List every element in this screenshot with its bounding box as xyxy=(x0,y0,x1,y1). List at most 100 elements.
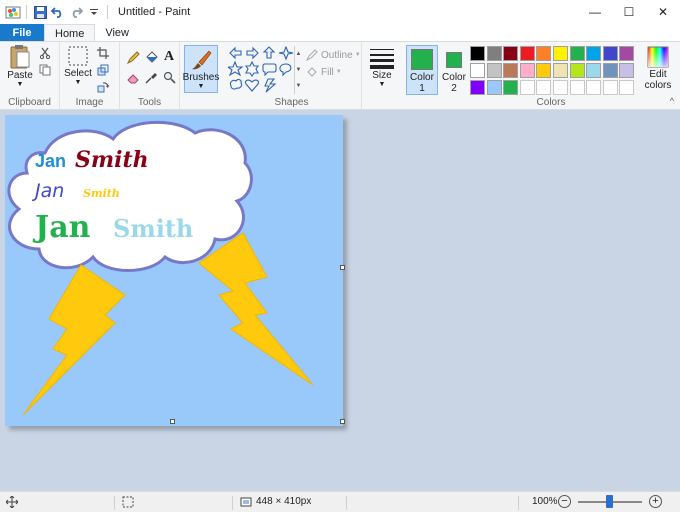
heart-shape-icon[interactable] xyxy=(244,79,260,92)
tab-home[interactable]: Home xyxy=(44,24,96,42)
paint-app-icon[interactable] xyxy=(4,3,22,21)
close-button[interactable]: ✕ xyxy=(646,0,680,24)
palette-color-swatch[interactable] xyxy=(553,46,568,61)
palette-color-swatch[interactable] xyxy=(536,63,552,78)
paste-icon xyxy=(10,45,30,69)
palette-custom-swatch[interactable] xyxy=(586,80,602,95)
palette-color-swatch[interactable] xyxy=(602,46,618,61)
palette-color-swatch[interactable] xyxy=(470,63,485,78)
undo-icon[interactable] xyxy=(49,3,67,21)
resize-icon[interactable] xyxy=(96,63,110,77)
palette-color-swatch[interactable] xyxy=(586,63,602,78)
up-arrow-shape-icon[interactable] xyxy=(262,46,276,59)
color-2-button[interactable]: Color 2 xyxy=(440,45,468,95)
palette-color-swatch[interactable] xyxy=(553,63,568,78)
palette-color-swatch[interactable] xyxy=(619,63,635,78)
fill-bucket-icon[interactable] xyxy=(144,50,158,64)
palette-color-swatch[interactable] xyxy=(602,63,618,78)
size-button[interactable]: Size ▼ xyxy=(367,46,397,88)
zoom-slider-thumb[interactable] xyxy=(606,495,613,508)
lightning-shape-icon[interactable] xyxy=(264,78,277,93)
chevron-down-icon: ▼ xyxy=(378,81,386,88)
outline-dropdown[interactable]: Outline ▼ xyxy=(306,48,361,62)
palette-custom-swatch[interactable] xyxy=(619,80,635,95)
minimize-button[interactable]: — xyxy=(578,0,612,24)
separator xyxy=(346,496,347,510)
palette-color-swatch[interactable] xyxy=(569,63,585,78)
palette-color-swatch[interactable] xyxy=(470,46,485,61)
colors-group-label: Colors xyxy=(536,97,566,108)
edit-colors-button[interactable]: Edit colors xyxy=(638,46,678,91)
color-1-button[interactable]: Color 1 xyxy=(406,45,438,95)
palette-color-swatch[interactable] xyxy=(503,80,519,95)
crop-icon[interactable] xyxy=(96,46,110,60)
separator xyxy=(107,5,108,19)
text-smith-1: Smith xyxy=(75,147,149,173)
copy-icon[interactable] xyxy=(38,63,52,77)
magnifier-icon[interactable] xyxy=(162,70,176,84)
text-tool-icon[interactable]: A xyxy=(162,49,176,64)
palette-color-swatch[interactable] xyxy=(486,46,502,61)
paste-label: Paste xyxy=(7,70,33,81)
color-2-swatch xyxy=(446,52,462,68)
resize-handle-right[interactable] xyxy=(340,265,345,270)
zoom-in-icon[interactable]: + xyxy=(649,495,662,508)
rounded-callout-shape-icon[interactable] xyxy=(262,63,277,77)
palette-custom-swatch[interactable] xyxy=(553,80,568,95)
four-point-star-shape-icon[interactable] xyxy=(278,45,294,61)
image-group: Select ▼ Image xyxy=(60,42,120,110)
five-point-star-shape-icon[interactable] xyxy=(226,60,244,77)
six-point-star-shape-icon[interactable] xyxy=(244,60,260,77)
zoom-out-icon[interactable]: − xyxy=(558,495,571,508)
tab-view[interactable]: View xyxy=(95,24,139,42)
resize-handle-bottom[interactable] xyxy=(170,419,175,424)
palette-color-swatch[interactable] xyxy=(503,63,519,78)
cut-icon[interactable] xyxy=(38,46,52,60)
eraser-icon[interactable] xyxy=(126,70,140,84)
palette-custom-swatch[interactable] xyxy=(519,80,535,95)
paste-button[interactable]: Paste ▼ xyxy=(6,44,34,88)
customize-quick-access-icon[interactable] xyxy=(85,3,103,21)
collapse-ribbon-icon[interactable]: ^ xyxy=(670,96,674,106)
palette-custom-swatch[interactable] xyxy=(602,80,618,95)
shapes-group-label: Shapes xyxy=(274,97,309,108)
palette-color-swatch[interactable] xyxy=(519,46,535,61)
tab-file[interactable]: File xyxy=(0,24,44,42)
palette-custom-swatch[interactable] xyxy=(569,80,585,95)
scroll-down-icon[interactable]: ▼ xyxy=(295,62,302,78)
palette-color-swatch[interactable] xyxy=(536,46,552,61)
oval-callout-shape-icon[interactable] xyxy=(279,63,292,77)
lightning-bolt-right xyxy=(198,232,314,386)
palette-color-swatch[interactable] xyxy=(486,63,502,78)
fill-dropdown[interactable]: Fill ▼ xyxy=(306,65,342,79)
brushes-group: Brushes ▼ xyxy=(180,42,222,110)
select-button[interactable]: Select ▼ xyxy=(64,44,92,86)
brushes-button[interactable]: Brushes ▼ xyxy=(183,45,219,93)
canvas-workspace: Jan Smith Jan Smith Jan Smith xyxy=(0,110,680,491)
cloud-callout-shape-icon[interactable] xyxy=(229,78,243,90)
pencil-icon[interactable] xyxy=(126,50,140,64)
palette-color-swatch[interactable] xyxy=(569,46,585,61)
left-arrow-shape-icon[interactable] xyxy=(229,46,242,60)
palette-color-swatch[interactable] xyxy=(486,80,502,95)
redo-icon[interactable] xyxy=(67,3,85,21)
right-arrow-shape-icon[interactable] xyxy=(246,46,259,60)
shapes-scroll[interactable]: ▲ ▼ ▼ xyxy=(294,46,302,94)
save-icon[interactable] xyxy=(31,3,49,21)
edit-colors-label-1: Edit xyxy=(649,69,667,80)
expand-gallery-icon[interactable]: ▼ xyxy=(295,78,302,94)
drawing-canvas[interactable]: Jan Smith Jan Smith Jan Smith xyxy=(5,115,343,426)
edit-colors-label-2: colors xyxy=(644,80,672,91)
palette-color-swatch[interactable] xyxy=(619,46,635,61)
maximize-button[interactable]: ☐ xyxy=(612,0,646,24)
line-size-icon xyxy=(370,49,394,69)
palette-color-swatch[interactable] xyxy=(519,63,535,78)
palette-color-swatch[interactable] xyxy=(470,80,485,95)
palette-color-swatch[interactable] xyxy=(586,46,602,61)
palette-custom-swatch[interactable] xyxy=(536,80,552,95)
color-picker-icon[interactable] xyxy=(144,70,158,84)
rotate-icon[interactable] xyxy=(96,80,110,94)
palette-color-swatch[interactable] xyxy=(503,46,519,61)
scroll-up-icon[interactable]: ▲ xyxy=(295,46,302,62)
resize-handle-corner[interactable] xyxy=(340,419,345,424)
